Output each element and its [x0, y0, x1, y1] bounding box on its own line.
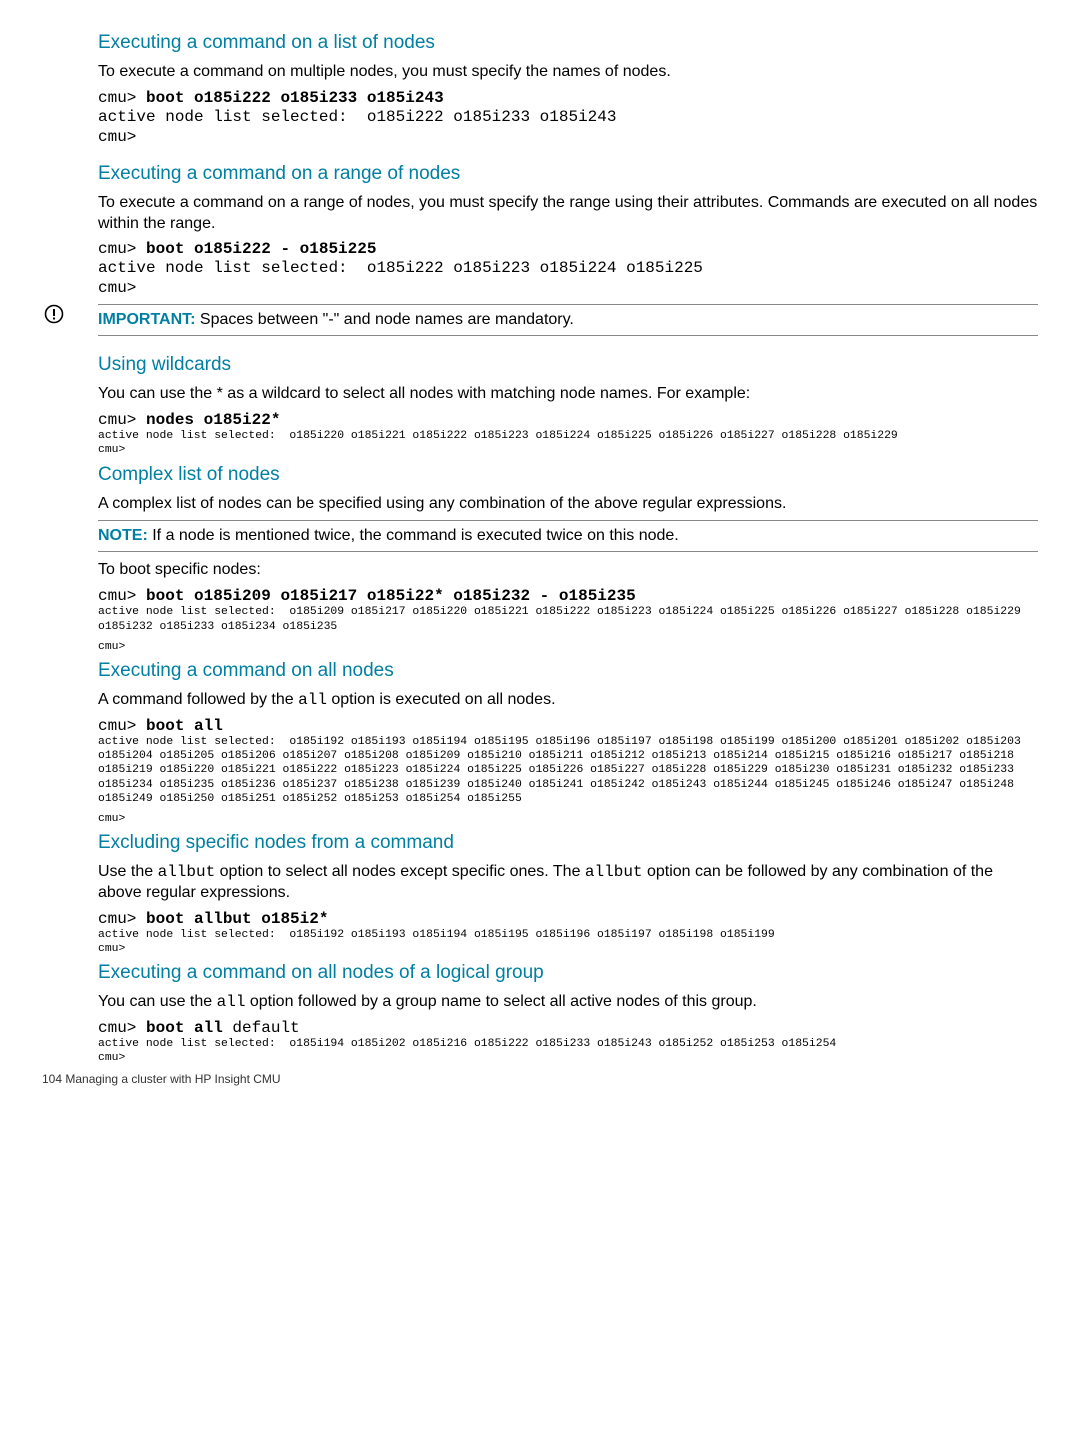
important-icon: [42, 304, 98, 329]
important-label: IMPORTANT:: [98, 311, 195, 328]
inline-code-all: all: [298, 691, 327, 709]
command: boot o185i222 o185i233 o185i243: [146, 89, 444, 107]
section-title-complex-list: Complex list of nodes: [98, 464, 1038, 486]
section-desc: You can use the all option followed by a…: [98, 992, 1038, 1013]
command: boot all: [146, 1019, 223, 1037]
important-text: Spaces between "-" and node names are ma…: [195, 311, 573, 328]
inline-code-allbut1: allbut: [158, 863, 216, 881]
command: boot o185i222 - o185i225: [146, 240, 376, 258]
important-callout: IMPORTANT: Spaces between "-" and node n…: [42, 304, 1038, 336]
page-footer: 104 Managing a cluster with HP Insight C…: [42, 1072, 1038, 1086]
command-arg: default: [223, 1019, 300, 1037]
desc-part-a: You can use the: [98, 993, 217, 1010]
inline-code-all2: all: [217, 993, 246, 1011]
prompt: cmu>: [98, 1019, 146, 1037]
note-text: If a node is mentioned twice, the comman…: [148, 527, 679, 544]
section-desc2: To boot specific nodes:: [98, 560, 1038, 581]
command-output: active node list selected: o185i222 o185…: [98, 107, 1038, 147]
desc-part-b: option to select all nodes except specif…: [215, 863, 585, 880]
command-output-prompt: cmu>: [98, 640, 1038, 654]
section-desc: To execute a command on multiple nodes, …: [98, 62, 1038, 83]
section-title-all-nodes: Executing a command on all nodes: [98, 660, 1038, 682]
prompt: cmu>: [98, 910, 146, 928]
desc-part-b: option followed by a group name to selec…: [245, 993, 756, 1010]
desc-part-a: A command followed by the: [98, 691, 298, 708]
prompt: cmu>: [98, 240, 146, 258]
section-title-list-of-nodes: Executing a command on a list of nodes: [98, 32, 1038, 54]
command-line: cmu> nodes o185i22*: [98, 411, 1038, 429]
section-desc: Use the allbut option to select all node…: [98, 862, 1038, 904]
command-output: active node list selected: o185i220 o185…: [98, 429, 1038, 458]
section-desc: A command followed by the all option is …: [98, 690, 1038, 711]
note-label: NOTE:: [98, 527, 148, 544]
command-line: cmu> boot allbut o185i2*: [98, 910, 1038, 928]
desc-part-a: Use the: [98, 863, 158, 880]
prompt: cmu>: [98, 587, 146, 605]
command-output: active node list selected: o185i222 o185…: [98, 258, 1038, 298]
section-title-excluding: Excluding specific nodes from a command: [98, 832, 1038, 854]
command-output-prompt: cmu>: [98, 812, 1038, 826]
command: nodes o185i22*: [146, 411, 280, 429]
inline-code-allbut2: allbut: [585, 863, 643, 881]
command-line: cmu> boot all: [98, 717, 1038, 735]
section-title-wildcards: Using wildcards: [98, 354, 1038, 376]
section-desc: A complex list of nodes can be specified…: [98, 494, 1038, 515]
note-callout: NOTE: If a node is mentioned twice, the …: [98, 520, 1038, 552]
command-output: active node list selected: o185i209 o185…: [98, 605, 1038, 634]
prompt: cmu>: [98, 717, 146, 735]
command: boot all: [146, 717, 223, 735]
command-line: cmu> boot o185i222 - o185i225: [98, 240, 1038, 258]
prompt: cmu>: [98, 411, 146, 429]
command-line: cmu> boot o185i222 o185i233 o185i243: [98, 89, 1038, 107]
command: boot allbut o185i2*: [146, 910, 328, 928]
section-title-range-of-nodes: Executing a command on a range of nodes: [98, 163, 1038, 185]
command: boot o185i209 o185i217 o185i22* o185i232…: [146, 587, 636, 605]
command-line: cmu> boot all default: [98, 1019, 1038, 1037]
section-desc: To execute a command on a range of nodes…: [98, 193, 1038, 235]
page-number: 104: [42, 1072, 62, 1086]
command-line: cmu> boot o185i209 o185i217 o185i22* o18…: [98, 587, 1038, 605]
section-desc: You can use the * as a wildcard to selec…: [98, 384, 1038, 405]
desc-part-b: option is executed on all nodes.: [327, 691, 556, 708]
command-output: active node list selected: o185i192 o185…: [98, 735, 1038, 806]
command-output: active node list selected: o185i192 o185…: [98, 928, 1038, 957]
command-output: active node list selected: o185i194 o185…: [98, 1037, 1038, 1066]
prompt: cmu>: [98, 89, 146, 107]
footer-title: Managing a cluster with HP Insight CMU: [62, 1072, 281, 1086]
section-title-logical-group: Executing a command on all nodes of a lo…: [98, 962, 1038, 984]
